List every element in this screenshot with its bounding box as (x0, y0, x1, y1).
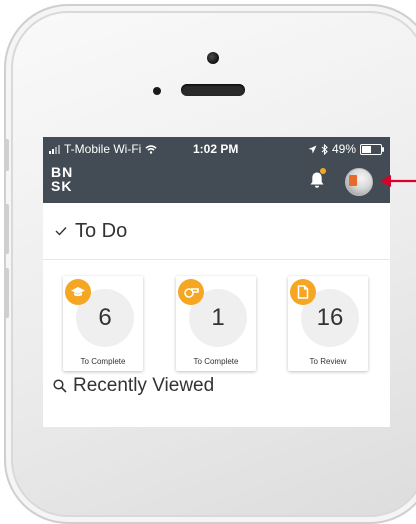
mute-switch (4, 139, 9, 171)
proximity-sensor (153, 87, 161, 95)
phone-screen: T-Mobile Wi-Fi 1:02 PM 49% BN SK To Do 6… (43, 137, 390, 427)
recently-viewed-title: Recently Viewed (73, 375, 215, 396)
todo-card-label: To Review (309, 357, 347, 366)
whistle-icon (178, 279, 204, 305)
todo-card-reviews[interactable]: 16 To Review (288, 276, 368, 371)
user-avatar[interactable] (345, 168, 373, 196)
graduation-cap-icon (65, 279, 91, 305)
todo-cards: 6 To Complete 1 To Complete 16 To Review (43, 260, 390, 372)
wifi-icon (145, 144, 157, 154)
todo-card-courses[interactable]: 6 To Complete (63, 276, 143, 371)
logo-line-2: SK (51, 178, 73, 194)
checkmark-icon (55, 227, 67, 236)
cellular-signal-icon (49, 144, 60, 154)
todo-title: To Do (75, 219, 128, 242)
volume-up-button (4, 204, 9, 254)
location-arrow-icon (308, 145, 317, 153)
document-icon (290, 279, 316, 305)
app-header: BN SK (43, 161, 390, 203)
bluetooth-icon (321, 143, 328, 155)
logo-line-1: BN (51, 164, 74, 180)
battery-icon (360, 143, 384, 155)
battery-percentage: 49% (331, 142, 356, 156)
todo-card-label: To Complete (80, 357, 126, 366)
status-bar: T-Mobile Wi-Fi 1:02 PM 49% (43, 137, 390, 161)
volume-down-button (4, 268, 9, 318)
notification-dot (320, 168, 326, 174)
avatar-badge-icon (349, 175, 357, 186)
front-camera (207, 52, 219, 64)
carrier-name: T-Mobile Wi-Fi (64, 142, 142, 156)
earpiece-speaker (181, 84, 245, 96)
recently-viewed-header[interactable]: Recently Viewed (43, 375, 214, 397)
status-time: 1:02 PM (193, 142, 239, 156)
todo-section-header[interactable]: To Do (43, 203, 390, 260)
todo-card-label: To Complete (193, 357, 239, 366)
app-logo[interactable]: BN SK (51, 165, 81, 193)
search-icon (53, 379, 67, 393)
todo-card-drills[interactable]: 1 To Complete (176, 276, 256, 371)
annotation-arrow-icon (380, 175, 416, 187)
